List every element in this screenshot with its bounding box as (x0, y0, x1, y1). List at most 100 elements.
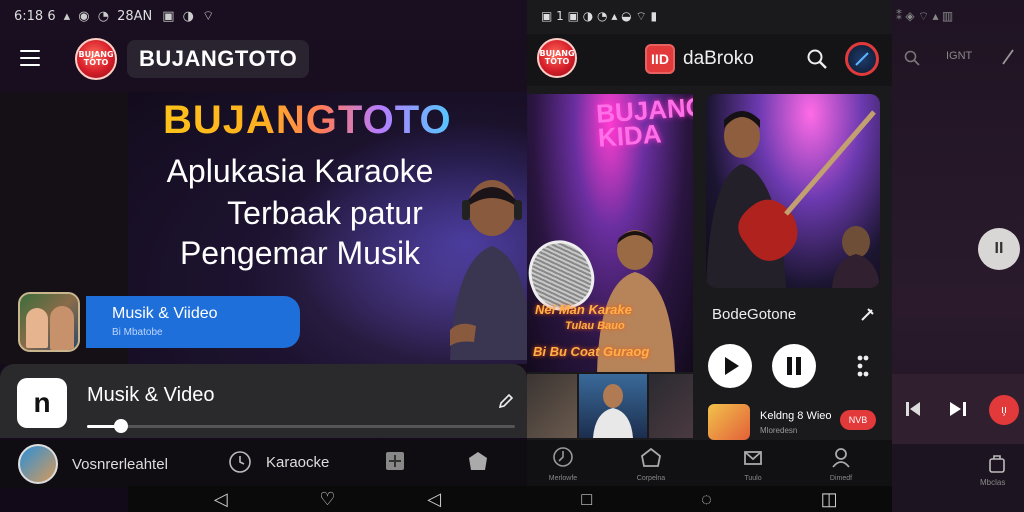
skip-next-icon[interactable] (948, 400, 968, 418)
song-card: BodeGotone Keldng 8 Wieo Mloredesn NVB (706, 290, 880, 440)
hero-line-3: Pengemar Musik (179, 235, 421, 271)
right-playback-controls: ı̧ı (892, 374, 1024, 444)
nav-store[interactable] (466, 450, 490, 472)
mid-bottom-navigation: Merlowfe Corpelna Tuulo Dimedf (527, 440, 892, 486)
bag-icon[interactable] (988, 454, 1006, 474)
now-playing-chip-body: Musik & Viideo Bi Mbatobe (86, 296, 300, 348)
thumb-2[interactable] (579, 374, 647, 438)
mid-nav-label-2: Corpelna (636, 475, 666, 482)
store-icon (469, 452, 487, 470)
edit-icon[interactable] (1000, 48, 1016, 66)
more-options-icon[interactable] (856, 354, 870, 378)
record-button[interactable]: ı̧ı (989, 395, 1019, 425)
mini-player[interactable]: n Musik & Video (0, 364, 527, 438)
mid-nav-item-1[interactable]: Merlowfe (543, 446, 583, 482)
queue-item-title: Keldng 8 Wieo (760, 410, 832, 422)
middle-phone-screen: ▣ 1 ▣ ◑ ◔ ▴ ◒ ⌔ ▮ BUJANG TOTO IID daBrok… (527, 0, 892, 512)
thumb-1[interactable] (527, 374, 577, 438)
nav-karaoke[interactable]: Karaocke (228, 450, 329, 474)
left-phone-screen: 6:18 6 ▴ ◉ ◔ 28AN ▣ ◑ ⌔ BUJANG TOTO BUJA… (0, 0, 527, 512)
status-extra: 28AN (117, 8, 153, 24)
floating-action-button[interactable]: II (978, 228, 1020, 270)
now-playing-chip[interactable]: Musik & Viideo Bi Mbatobe (18, 292, 300, 352)
recents-square-icon[interactable]: □ (581, 489, 592, 510)
right-status-bar: ⁑ ◈ ⌔ ▴ ▥ (892, 4, 1024, 28)
hero-line-1: Aplukasia Karaoke (166, 153, 434, 189)
player-title: Musik & Video (87, 384, 215, 406)
nav-karaoke-label: Karaocke (266, 453, 330, 471)
record-icon: ı̧ı (1000, 404, 1008, 416)
home-icon (641, 447, 661, 467)
brand-logo: BUJANG TOTO (75, 38, 117, 80)
pause-button[interactable] (772, 344, 816, 388)
right-top-bar: IGNT (892, 38, 1024, 78)
player-app-icon: n (17, 378, 67, 428)
user-icon (832, 448, 850, 468)
status-icons: ▴ ◉ ◔ (63, 8, 112, 24)
right-app-badge: IGNT (946, 50, 973, 62)
karaoke-clock-icon (229, 451, 251, 473)
poster-scrawl-1: Nei Man Karake (535, 302, 632, 317)
thumb-3[interactable] (649, 374, 693, 438)
bottom-navigation: Vosnrerleahtel Karaocke (0, 440, 527, 488)
play-icon (725, 357, 739, 375)
back-icon[interactable]: ◫ (821, 489, 838, 510)
mid-nav-item-2[interactable]: Corpelna (631, 446, 671, 482)
pause-icon (787, 357, 801, 375)
queue-item-subtitle: Mloredesn (760, 426, 798, 435)
app-badge-icon: IID (645, 44, 675, 74)
hero-line-2: Terbaak patur (227, 195, 423, 231)
status-time: 6:18 6 (14, 8, 56, 24)
recents-icon[interactable]: ◁ (427, 489, 441, 510)
chip-subtitle: Bi Mbatobe (112, 327, 163, 338)
home-heart-icon[interactable]: ♡ (319, 489, 335, 510)
system-navigation-bar: ◁ ♡ ◁ (128, 486, 527, 512)
nav-profile-label: Vosnrerleahtel (72, 455, 168, 473)
mid-nav-item-3[interactable]: Tuulo (733, 446, 773, 482)
nav-library[interactable] (384, 450, 406, 472)
queue-item[interactable]: Keldng 8 Wieo Mloredesn NVB (706, 404, 880, 440)
search-icon[interactable] (904, 50, 920, 66)
mid-nav-label-3: Tuulo (744, 475, 762, 482)
chip-thumbnail (18, 292, 80, 352)
spark-icon (855, 52, 869, 66)
featured-poster-left[interactable]: BUJANG KIDA Nei Man Karake Tulau Bauo Bi… (527, 94, 693, 372)
thumbnail-strip (527, 374, 693, 438)
home-circle-icon[interactable]: ◌ (701, 489, 712, 510)
app-name: daBroko (683, 48, 754, 69)
clock-icon (553, 447, 573, 467)
menu-icon[interactable] (20, 50, 40, 66)
guitar-player-image (706, 110, 880, 288)
profile-avatar[interactable] (845, 42, 879, 76)
right-bottom-area: Mbclas (892, 444, 1024, 512)
queue-item-badge[interactable]: NVB (840, 410, 876, 430)
poster-title: BUJANG KIDA (595, 94, 693, 153)
back-icon[interactable]: ◁ (214, 489, 228, 510)
featured-poster-right[interactable] (706, 94, 880, 288)
mid-brand-logo-text: BUJANG TOTO (539, 49, 575, 66)
edit-icon[interactable] (497, 392, 515, 410)
brand-title: BUJANGTOTO (139, 46, 298, 71)
mid-brand-logo: BUJANG TOTO (537, 38, 577, 78)
chip-title: Musik & Viideo (112, 305, 218, 322)
right-bottom-label: Mbclas (980, 478, 1006, 487)
brand-logo-text: BUJANG TOTO (78, 50, 114, 67)
play-button[interactable] (708, 344, 752, 388)
skip-previous-icon[interactable] (904, 400, 922, 418)
hero-title: BUJANGTOTO (163, 98, 452, 142)
nav-profile[interactable]: Vosnrerleahtel (18, 444, 168, 484)
progress-knob[interactable] (114, 419, 129, 433)
mid-status-icons: ▣ 1 ▣ ◑ ◔ ▴ ◒ ⌔ ▮ (541, 8, 658, 23)
singer-figure-image (450, 180, 527, 360)
avatar (18, 444, 58, 484)
search-icon[interactable] (806, 48, 828, 70)
mid-system-navigation-bar: □ ◌ ◫ (527, 486, 892, 512)
mid-nav-label-4: Dimedf (829, 475, 853, 482)
pin-icon[interactable] (858, 306, 876, 324)
poster-scrawl-3: Bi Bu Coat Guraog (533, 344, 650, 359)
right-status-icons: ⁑ ◈ ⌔ ▴ ▥ (896, 8, 954, 23)
mid-nav-item-4[interactable]: Dimedf (821, 446, 861, 482)
song-title: BodeGotone (712, 306, 797, 323)
library-icon (386, 452, 404, 470)
player-progress-bar[interactable] (87, 419, 515, 433)
